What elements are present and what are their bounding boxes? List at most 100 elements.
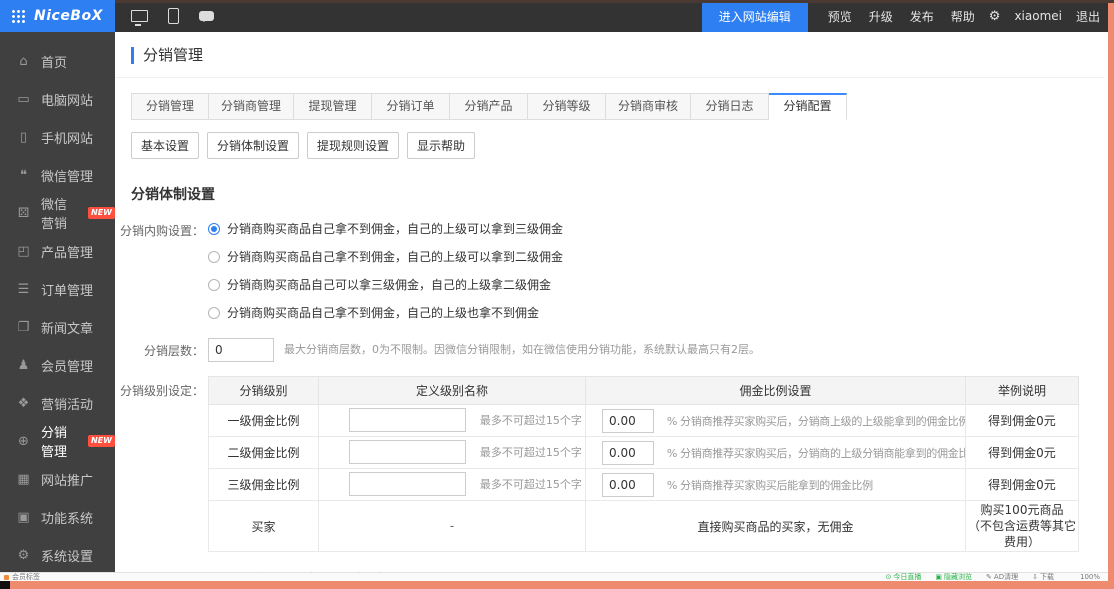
buyer-row: 买家 - 直接购买商品的买家，无佣金 购买100元商品 （不包含运费等其它费用） [209,501,1079,552]
name-hint: 最多不可超过15个字 [480,478,582,491]
subtab-button[interactable]: 提现规则设置 [307,132,399,159]
header-link[interactable]: 升级 [869,8,893,25]
header-link[interactable]: 预览 [828,8,852,25]
browser-status-bar: 会员标签 ⊙ 今日直播 ▣ 隐藏浏览 ✎ AD清理 [0,572,1114,581]
zoom-level[interactable]: 100% [1080,573,1100,581]
layers-hint: 最大分销商层数，0为不限制。因微信分销限制，如在微信使用分销功能，系统默认最高只… [284,338,760,362]
home-icon: ⌂ [16,54,31,69]
sidebar-item[interactable]: ▦ 网站推广 [0,460,115,498]
sidebar-item-label: 手机网站 [41,128,93,147]
purchase-options: 分销商购买商品自己拿不到佣金，自己的上级可以拿到三级佣金 分销商购买商品自己拿不… [208,220,563,332]
tab[interactable]: 分销等级 [528,93,606,120]
sidebar-item[interactable]: ◰ 产品管理 [0,232,115,270]
sidebar-item[interactable]: ⌂ 首页 [0,42,115,80]
sidebar-item[interactable]: ☰ 订单管理 [0,270,115,308]
level-name-input[interactable] [349,472,466,496]
tab[interactable]: 分销管理 [131,93,209,120]
subtab-button[interactable]: 基本设置 [131,132,199,159]
header-link[interactable]: 发布 [910,8,934,25]
news-icon: ❐ [16,320,31,335]
tab[interactable]: 分销商审核 [606,93,691,120]
radio-option[interactable]: 分销商购买商品自己拿不到佣金，自己的上级也拿不到佣金 [208,304,563,321]
sidebar-item[interactable]: ⊕ 分销管理 NEW [0,422,115,460]
divider [115,77,1104,78]
commission-table: 分销级别 定义级别名称 佣金比例设置 举例说明 一级佣金比例 [208,376,1079,552]
desktop-icon[interactable] [131,10,148,22]
logo-text: NiceBoX [34,8,103,24]
layers-input[interactable] [208,338,274,362]
main-content: 分销管理 分销管理分销商管理提现管理分销订单分销产品分销等级分销商审核分销日志分… [115,32,1114,572]
corner-mark [0,581,10,589]
tab[interactable]: 分销产品 [450,93,528,120]
name-hint: 最多不可超过15个字 [480,414,582,427]
sidebar-item[interactable]: ⚙ 系统设置 [0,536,115,574]
promotion-icon: ▦ [16,472,31,487]
subtab-bar: 基本设置分销体制设置提现规则设置显示帮助 [131,132,1104,159]
rate-description: % 分销商推荐买家购买后，分销商的上级分销商能拿到的佣金比例 [667,447,966,460]
col-header-example: 举例说明 [966,377,1079,405]
enter-site-editor-button[interactable]: 进入网站编辑 [702,0,808,32]
username[interactable]: xiaomei [1014,9,1062,23]
header-link[interactable]: 帮助 [951,8,975,25]
level-name-input[interactable] [349,408,466,432]
rate-input[interactable] [602,473,654,497]
rate-cell: % 分销商推荐买家购买后能拿到的佣金比例 [586,469,966,501]
example-cell: 得到佣金0元 [966,437,1079,469]
radio-option[interactable]: 分销商购买商品自己可以拿三级佣金，自己的上级拿二级佣金 [208,276,563,293]
apps-grid-icon[interactable] [11,9,25,23]
radio-icon[interactable] [208,251,220,263]
radio-icon[interactable] [208,307,220,319]
chat-icon[interactable] [199,11,214,21]
sidebar-item[interactable]: ❐ 新闻文章 [0,308,115,346]
rate-input[interactable] [602,409,654,433]
sidebar-item-label: 新闻文章 [41,318,93,337]
sidebar-item-label: 首页 [41,52,67,71]
sidebar-item[interactable]: ♟ 会员管理 [0,346,115,384]
name-cell: 最多不可超过15个字 [319,469,586,501]
mobile-icon[interactable] [168,8,179,24]
level-name-input[interactable] [349,440,466,464]
sidebar-item-label: 微信营销 [41,194,78,232]
tab[interactable]: 分销配置 [769,93,847,120]
tab[interactable]: 分销日志 [691,93,769,120]
buyer-level-cell: 买家 [209,501,319,552]
radio-option[interactable]: 分销商购买商品自己拿不到佣金，自己的上级可以拿到三级佣金 [208,220,563,237]
level-cell: 二级佣金比例 [209,437,319,469]
subtab-button[interactable]: 分销体制设置 [207,132,299,159]
sidebar-item[interactable]: ❖ 营销活动 [0,384,115,422]
radio-label: 分销商购买商品自己拿不到佣金，自己的上级可以拿到二级佣金 [227,248,563,265]
distribution-icon: ⊕ [16,434,31,449]
page-title: 分销管理 [131,47,1104,64]
rate-input[interactable] [602,441,654,465]
layers-label: 分销层数： [115,342,204,359]
radio-icon[interactable] [208,223,220,235]
campaign-icon: ❖ [16,396,31,411]
buyer-example-cell: 购买100元商品 （不包含运费等其它费用） [966,501,1079,552]
radio-option[interactable]: 分销商购买商品自己拿不到佣金，自己的上级可以拿到二级佣金 [208,248,563,265]
new-badge: NEW [88,435,115,447]
tab[interactable]: 分销订单 [372,93,450,120]
level-cell: 一级佣金比例 [209,405,319,437]
sidebar-item-label: 营销活动 [41,394,93,413]
sidebar-item[interactable]: ▣ 功能系统 [0,498,115,536]
tab[interactable]: 分销商管理 [209,93,294,120]
gear-icon[interactable]: ⚙ [989,9,1001,24]
sidebar-item[interactable]: ⚄ 微信营销 NEW [0,194,115,232]
member-icon: ♟ [16,358,31,373]
name-cell: 最多不可超过15个字 [319,405,586,437]
logo[interactable]: NiceBoX [0,0,115,32]
tab[interactable]: 提现管理 [294,93,372,120]
subtab-button[interactable]: 显示帮助 [407,132,475,159]
table-row: 一级佣金比例 最多不可超过15个字 % 分销商推荐买家购买后，分销商上级的上级能… [209,405,1079,437]
sidebar-item[interactable]: ❝ 微信管理 [0,156,115,194]
sidebar: ⌂ 首页 ▭ 电脑网站 ▯ 手机网站 ❝ 微 [0,32,115,572]
sidebar-item[interactable]: ▯ 手机网站 [0,118,115,156]
browse-icon: ▣ [935,573,942,581]
sidebar-item[interactable]: ▭ 电脑网站 [0,80,115,118]
tag-icon [4,575,9,580]
sidebar-item-label: 产品管理 [41,242,93,261]
sidebar-item-label: 系统设置 [41,546,93,565]
logout-link[interactable]: 退出 [1076,8,1100,25]
radio-icon[interactable] [208,279,220,291]
clean-icon: ✎ [986,573,992,581]
